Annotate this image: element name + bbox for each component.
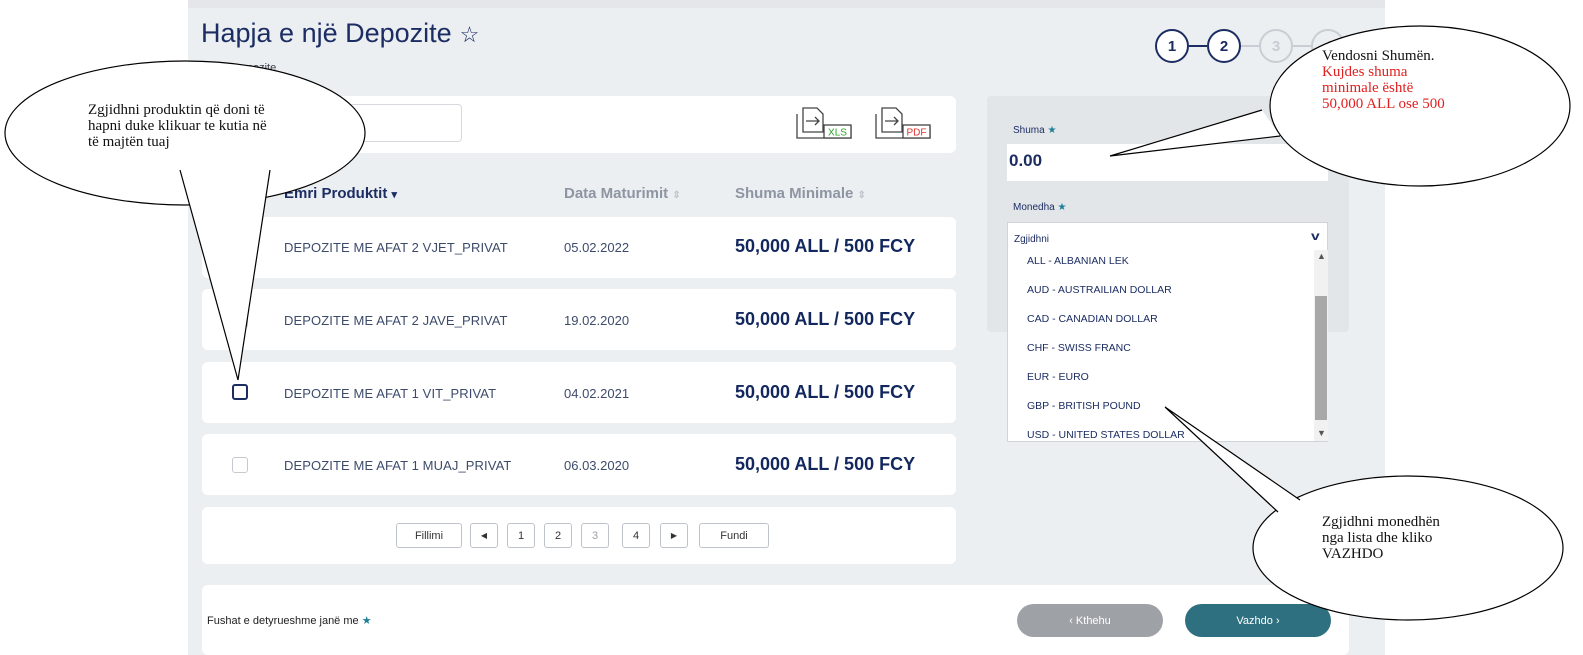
callout-pointer	[1109, 109, 1281, 157]
callout-left: Zgjidhni produktin që doni të hapni duke…	[88, 102, 267, 150]
callout-bottom-right: Zgjidhni monedhën nga lista dhe kliko VA…	[1322, 514, 1440, 562]
callout-line: Vendosni Shumën.	[1322, 48, 1435, 64]
callout-line: Zgjidhni produktin që doni të	[88, 102, 265, 118]
callout-warning-line: 50,000 ALL ose 500	[1322, 96, 1445, 112]
callout-line: të majtën tuaj	[88, 134, 170, 150]
callout-warning-line: Kujdes shuma	[1322, 64, 1408, 80]
callout-pointer	[179, 169, 271, 381]
callout-line: Zgjidhni monedhën	[1322, 514, 1440, 530]
callout-pointer	[1164, 406, 1301, 513]
callout-line: nga lista dhe kliko	[1322, 530, 1433, 546]
callout-top-right: Vendosni Shumën. Kujdes shuma minimale ë…	[1322, 48, 1445, 112]
callout-line: VAZHDO	[1322, 546, 1384, 562]
callout-line: hapni duke klikuar te kutia në	[88, 118, 267, 134]
callout-warning-line: minimale është	[1322, 80, 1414, 96]
